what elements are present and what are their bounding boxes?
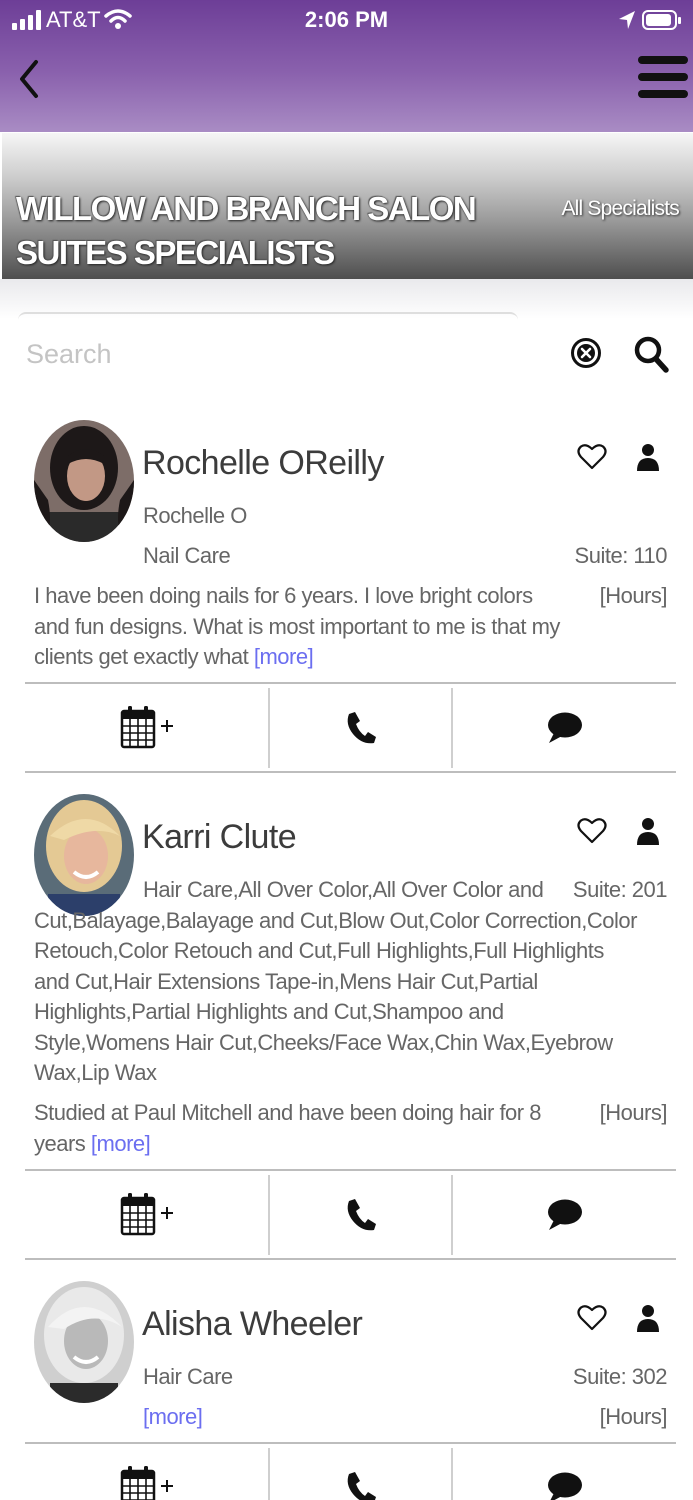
clear-search-icon[interactable] (570, 337, 602, 369)
search-icon[interactable] (633, 335, 669, 373)
favorite-heart-icon[interactable] (577, 442, 607, 472)
phone-icon (347, 1472, 376, 1500)
card-divider (25, 771, 676, 773)
card-divider (25, 1258, 676, 1260)
message-button[interactable] (453, 686, 676, 770)
calendar-plus-icon (120, 706, 173, 749)
profile-person-icon[interactable] (636, 1303, 660, 1333)
message-button[interactable] (453, 1446, 676, 1500)
card-divider (25, 682, 676, 684)
app-header: AT&T 2:06 PM (0, 0, 693, 132)
call-button[interactable] (270, 1173, 451, 1257)
profile-person-icon[interactable] (636, 442, 660, 472)
card-divider (25, 1442, 676, 1444)
specialist-services: Nail Care (143, 543, 231, 568)
calendar-plus-icon (120, 1466, 173, 1500)
specialist-card: Karri Clute Suite: 201 Hair Care,All Ove… (0, 794, 693, 1264)
specialist-avatar[interactable] (34, 1281, 134, 1403)
favorite-heart-icon[interactable] (577, 1303, 607, 1333)
specialist-services: Hair Care,All Over Color,All Over Color … (34, 877, 637, 1085)
all-specialists-link[interactable]: All Specialists (561, 197, 679, 221)
more-link[interactable]: [more] (143, 1402, 203, 1433)
search-card-edge (18, 312, 518, 324)
status-bar: AT&T 2:06 PM (0, 0, 693, 44)
page-banner: WILLOW AND BRANCH SALON SUITES SPECIALIS… (2, 133, 693, 279)
specialist-name[interactable]: Karri Clute (142, 818, 297, 857)
specialist-name[interactable]: Rochelle OReilly (142, 444, 384, 483)
chat-bubble-icon (547, 712, 582, 743)
calendar-plus-icon (120, 1193, 173, 1236)
hamburger-menu-icon[interactable] (636, 54, 690, 100)
status-time: 2:06 PM (304, 7, 389, 32)
book-appointment-button[interactable] (25, 1173, 268, 1257)
book-appointment-button[interactable] (25, 1446, 268, 1500)
specialist-services: Hair Care (143, 1364, 233, 1389)
hours-link[interactable]: [Hours] (600, 1098, 668, 1129)
card-divider (25, 1169, 676, 1171)
back-chevron-icon[interactable] (14, 56, 44, 102)
hours-link[interactable]: [Hours] (600, 1402, 668, 1433)
chat-bubble-icon (547, 1199, 582, 1230)
specialist-card: Rochelle OReilly Rochelle O Nail Care Su… (0, 420, 693, 780)
profile-person-icon[interactable] (636, 816, 660, 846)
location-arrow-icon (619, 11, 635, 29)
page-title: WILLOW AND BRANCH SALON SUITES SPECIALIS… (16, 190, 477, 271)
chat-bubble-icon (547, 1472, 582, 1500)
specialist-bio: I have been doing nails for 6 years. I l… (34, 581, 564, 673)
favorite-heart-icon[interactable] (577, 816, 607, 846)
specialist-avatar[interactable] (34, 420, 134, 542)
specialist-suite: Suite: 110 (574, 543, 668, 568)
specialist-nickname: Rochelle O (143, 503, 247, 528)
specialist-card: Alisha Wheeler Hair Care Suite: 302 [mor… (0, 1281, 693, 1500)
call-button[interactable] (270, 686, 451, 770)
specialist-suite: Suite: 302 (572, 1364, 668, 1389)
specialist-name[interactable]: Alisha Wheeler (142, 1305, 363, 1344)
more-link[interactable]: [more] (254, 644, 314, 669)
search-input[interactable] (26, 330, 526, 378)
battery-icon (642, 10, 681, 30)
call-button[interactable] (270, 1446, 451, 1500)
specialist-bio: Studied at Paul Mitchell and have been d… (34, 1098, 564, 1159)
phone-icon (347, 712, 376, 744)
message-button[interactable] (453, 1173, 676, 1257)
book-appointment-button[interactable] (25, 686, 268, 770)
phone-icon (347, 1199, 376, 1231)
more-link[interactable]: [more] (91, 1131, 151, 1156)
hours-link[interactable]: [Hours] (600, 581, 668, 612)
